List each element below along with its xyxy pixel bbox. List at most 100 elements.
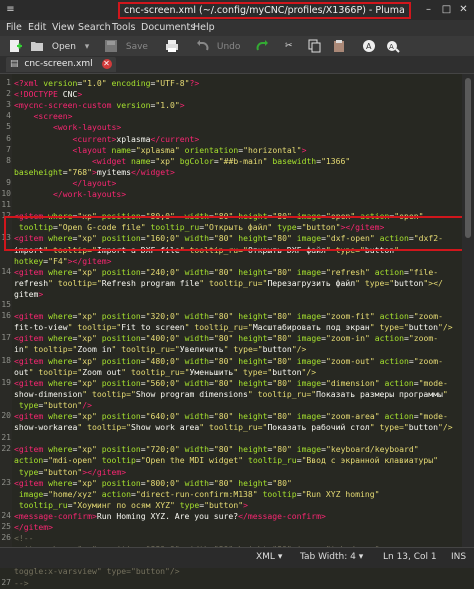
code-line: </layout> <box>72 177 117 188</box>
document-tab-bar: ▤ cnc-screen.xml ✕ <box>0 56 474 74</box>
line-number: 11 <box>1 200 11 210</box>
code-line: <gitem where="xp" position="320;0" width… <box>14 311 443 322</box>
highlighted-code-region <box>4 216 469 251</box>
line-number: 4 <box>6 111 11 121</box>
menu-file[interactable]: File <box>6 22 22 33</box>
menu-tools[interactable]: Tools <box>112 22 135 33</box>
status-bar: XML ▾ Tab Width: 4 ▾ Ln 13, Col 1 INS <box>0 547 474 568</box>
code-line: <gitem where="xp" position="240;0" width… <box>14 266 439 277</box>
code-line: --> <box>14 577 29 588</box>
menu-documents[interactable]: Documents <box>141 22 195 33</box>
code-line: tooltip_ru="Хоуминг по осям XYZ" type="b… <box>18 499 248 510</box>
line-number: 16 <box>1 311 11 321</box>
code-line: <!-- <box>14 533 34 544</box>
code-line: hotkey="F4"></gitem> <box>14 255 112 266</box>
code-line: fit-to-view" tooltip="Fit to screen" too… <box>14 322 453 333</box>
line-number: 8 <box>6 155 11 165</box>
code-line: show-dimension" tooltip="Show program di… <box>14 388 448 399</box>
menu-edit[interactable]: Edit <box>28 22 46 33</box>
chevron-down-icon[interactable]: ▾ <box>85 42 90 52</box>
window-menu-icon[interactable]: ≡ <box>4 3 17 16</box>
code-line: </gitem> <box>14 522 53 532</box>
code-line: baseheight="768">myitems</widget> <box>14 166 175 177</box>
window-title: cnc-screen.xml (~/.config/myCNC/profiles… <box>118 2 411 19</box>
code-line: <!DOCTYPE CNC> <box>14 89 83 100</box>
code-line: image="home/xyz" action="direct-run-conf… <box>18 488 380 499</box>
document-icon: ▤ <box>10 59 19 69</box>
code-line: <layout name="xplasma" orientation="hori… <box>72 144 307 155</box>
line-number: 17 <box>1 333 11 343</box>
save-label: Save <box>125 41 148 52</box>
line-number: 5 <box>6 122 11 132</box>
code-line: <message-confirm>Run Homing XYZ. Are you… <box>14 510 326 521</box>
line-number: 9 <box>6 177 11 187</box>
line-number: 3 <box>6 100 11 110</box>
line-number: 24 <box>1 510 11 520</box>
line-number: 26 <box>1 533 11 543</box>
code-line: </work-layouts> <box>52 189 127 199</box>
open-label: Open <box>51 41 76 52</box>
line-number: 15 <box>1 300 11 309</box>
code-line: refresh" tooltip="Refresh program file" … <box>14 277 443 288</box>
menu-view[interactable]: View <box>52 22 75 33</box>
tab-width-selector[interactable]: Tab Width: 4 ▾ <box>300 552 363 562</box>
menu-search[interactable]: Search <box>78 22 111 33</box>
line-number: 2 <box>6 89 11 99</box>
code-editor[interactable]: <?xml version="1.0" encoding="UTF-8"?> <!… <box>14 74 460 588</box>
title-bar: ≡ cnc-screen.xml (~/.config/myCNC/profil… <box>0 0 474 20</box>
line-number: 22 <box>1 444 11 454</box>
line-number: 6 <box>6 133 11 143</box>
code-line: <mycnc-screen-custom version="1.0"> <box>14 100 185 111</box>
code-line: <work-layouts> <box>52 122 122 133</box>
line-number: 23 <box>1 477 11 487</box>
line-number: 10 <box>1 189 11 198</box>
code-line: show-workarea" tooltip="Show work area" … <box>14 422 453 433</box>
line-number: 7 <box>6 144 11 154</box>
code-line: <gitem where="xp" position="400;0" width… <box>14 333 439 344</box>
close-icon[interactable]: ✕ <box>457 3 470 16</box>
code-line: in" tooltip="Zoom in" tooltip_ru="Увелич… <box>14 344 307 355</box>
tab-label: cnc-screen.xml <box>24 59 93 69</box>
undo-label: Undo <box>216 41 241 52</box>
code-line: <?xml version="1.0" encoding="UTF-8"?> <box>14 78 200 88</box>
cursor-position: Ln 13, Col 1 <box>383 552 437 562</box>
tab-width-label: Tab Width: 4 <box>300 552 356 562</box>
code-line: type="button"/> <box>18 399 92 410</box>
code-line: <widget name="xp" bgColor="##b-main" bas… <box>91 155 351 166</box>
new-document-icon[interactable] <box>8 39 22 53</box>
redo-icon[interactable] <box>255 39 269 53</box>
paste-icon[interactable] <box>332 39 346 53</box>
code-line: toggle:x-varsview" type="button"/> <box>14 566 180 577</box>
line-number: 14 <box>1 266 11 276</box>
code-line: <screen> <box>33 111 73 122</box>
line-number: 18 <box>1 355 11 365</box>
minimize-icon[interactable]: – <box>422 3 435 16</box>
code-line: <gitem where="xp" position="720;0" width… <box>14 444 419 455</box>
copy-icon[interactable] <box>308 39 322 53</box>
svg-text:A: A <box>389 43 394 51</box>
toolbar: Open ▾ Save Undo ✂ A A <box>0 36 474 56</box>
code-line: action="mdi-open" tooltip="Open the MDI … <box>14 455 439 466</box>
maximize-icon[interactable]: □ <box>440 3 453 16</box>
open-button[interactable]: Open ▾ <box>30 39 89 53</box>
undo-button[interactable]: Undo <box>196 39 240 53</box>
vertical-scrollbar[interactable] <box>462 74 474 547</box>
cut-icon[interactable]: ✂ <box>285 39 293 53</box>
code-line: <gitem where="xp" position="480;0" width… <box>14 355 443 366</box>
scrollbar-thumb[interactable] <box>465 78 471 238</box>
find-icon[interactable]: A <box>362 39 376 53</box>
save-button[interactable]: Save <box>104 39 148 53</box>
language-selector[interactable]: XML ▾ <box>256 552 282 562</box>
line-number: 27 <box>1 577 11 587</box>
menu-help[interactable]: Help <box>193 22 215 33</box>
menu-bar: File Edit View Search Tools Documents He… <box>0 20 474 36</box>
code-line: out" tooltip="Zoom out" tooltip_ru="Умен… <box>14 366 317 377</box>
code-line: <gitem where="xp" position="800;0" width… <box>14 477 292 488</box>
tab-cnc-screen-xml[interactable]: ▤ cnc-screen.xml ✕ <box>6 57 116 72</box>
replace-icon[interactable]: A <box>386 39 400 53</box>
language-label: XML <box>256 552 275 562</box>
line-number: 19 <box>1 377 11 387</box>
print-icon[interactable] <box>165 39 179 53</box>
line-number-gutter: 1 2 3 4 5 6 7 8 9 10 11 12 13 14 15 16 17 18 19 20 21 22 23 24 2… <box>0 74 12 587</box>
close-tab-icon[interactable]: ✕ <box>101 59 112 69</box>
